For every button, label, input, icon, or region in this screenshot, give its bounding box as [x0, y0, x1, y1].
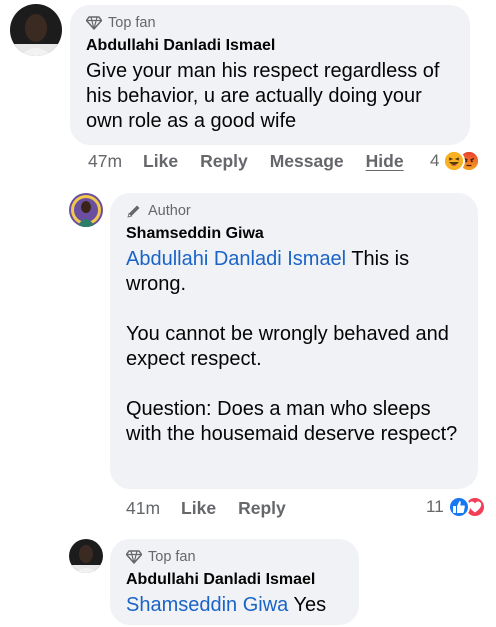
comment-text: Abdullahi Danladi Ismael This is wrong. [126, 247, 466, 297]
comment-author[interactable]: Abdullahi Danladi Ismael [126, 571, 343, 589]
like-button[interactable]: Like [143, 151, 178, 172]
author-badge: Author [126, 203, 462, 219]
comment-actions: 41m Like Reply [126, 498, 286, 519]
mention-link[interactable]: Abdullahi Danladi Ismael [126, 248, 346, 270]
mention-link[interactable]: Shamseddin Giwa [126, 594, 288, 616]
diamond-icon [86, 16, 102, 30]
badge-label: Author [148, 203, 191, 219]
comment-author[interactable]: Shamseddin Giwa [126, 225, 462, 243]
badge-label: Top fan [148, 549, 196, 565]
like-button[interactable]: Like [181, 498, 216, 519]
comment-text: Give your man his respect regardless of … [86, 60, 440, 132]
hide-button[interactable]: Hide [366, 151, 404, 172]
top-fan-badge: Top fan [126, 549, 343, 565]
reaction-count: 4 [430, 151, 440, 170]
comment-text-line: Yes [288, 594, 327, 616]
reply-button[interactable]: Reply [200, 151, 248, 172]
comment-bubble: Top fan Abdullahi Danladi Ismael Shamsed… [110, 539, 359, 625]
timestamp[interactable]: 47m [88, 151, 122, 172]
reaction-summary[interactable]: 11 [426, 496, 486, 518]
message-button[interactable]: Message [270, 151, 344, 172]
diamond-icon [126, 550, 142, 564]
avatar[interactable] [69, 539, 103, 573]
timestamp[interactable]: 41m [126, 498, 160, 519]
comment-author[interactable]: Abdullahi Danladi Ismael [86, 37, 454, 55]
comment-text: Shamseddin Giwa Yes [126, 593, 343, 618]
reaction-count: 11 [426, 497, 444, 516]
badge-label: Top fan [108, 15, 156, 31]
like-icon [447, 496, 470, 518]
reply-button[interactable]: Reply [238, 498, 286, 519]
comment-actions: 47m Like Reply Message Hide [88, 151, 404, 172]
comment-paragraph: You cannot be wrongly behaved and expect… [126, 323, 449, 370]
top-fan-badge: Top fan [86, 15, 454, 31]
pencil-icon [127, 205, 140, 218]
haha-icon [443, 150, 466, 172]
reaction-summary[interactable]: 4 [430, 150, 481, 172]
comment-bubble: Author Shamseddin Giwa Abdullahi Danladi… [110, 193, 478, 489]
avatar[interactable] [69, 193, 103, 227]
comment-paragraph: Question: Does a man who sleeps with the… [126, 398, 458, 445]
comment-bubble: Top fan Abdullahi Danladi Ismael Give yo… [70, 5, 470, 145]
avatar[interactable] [10, 4, 62, 56]
